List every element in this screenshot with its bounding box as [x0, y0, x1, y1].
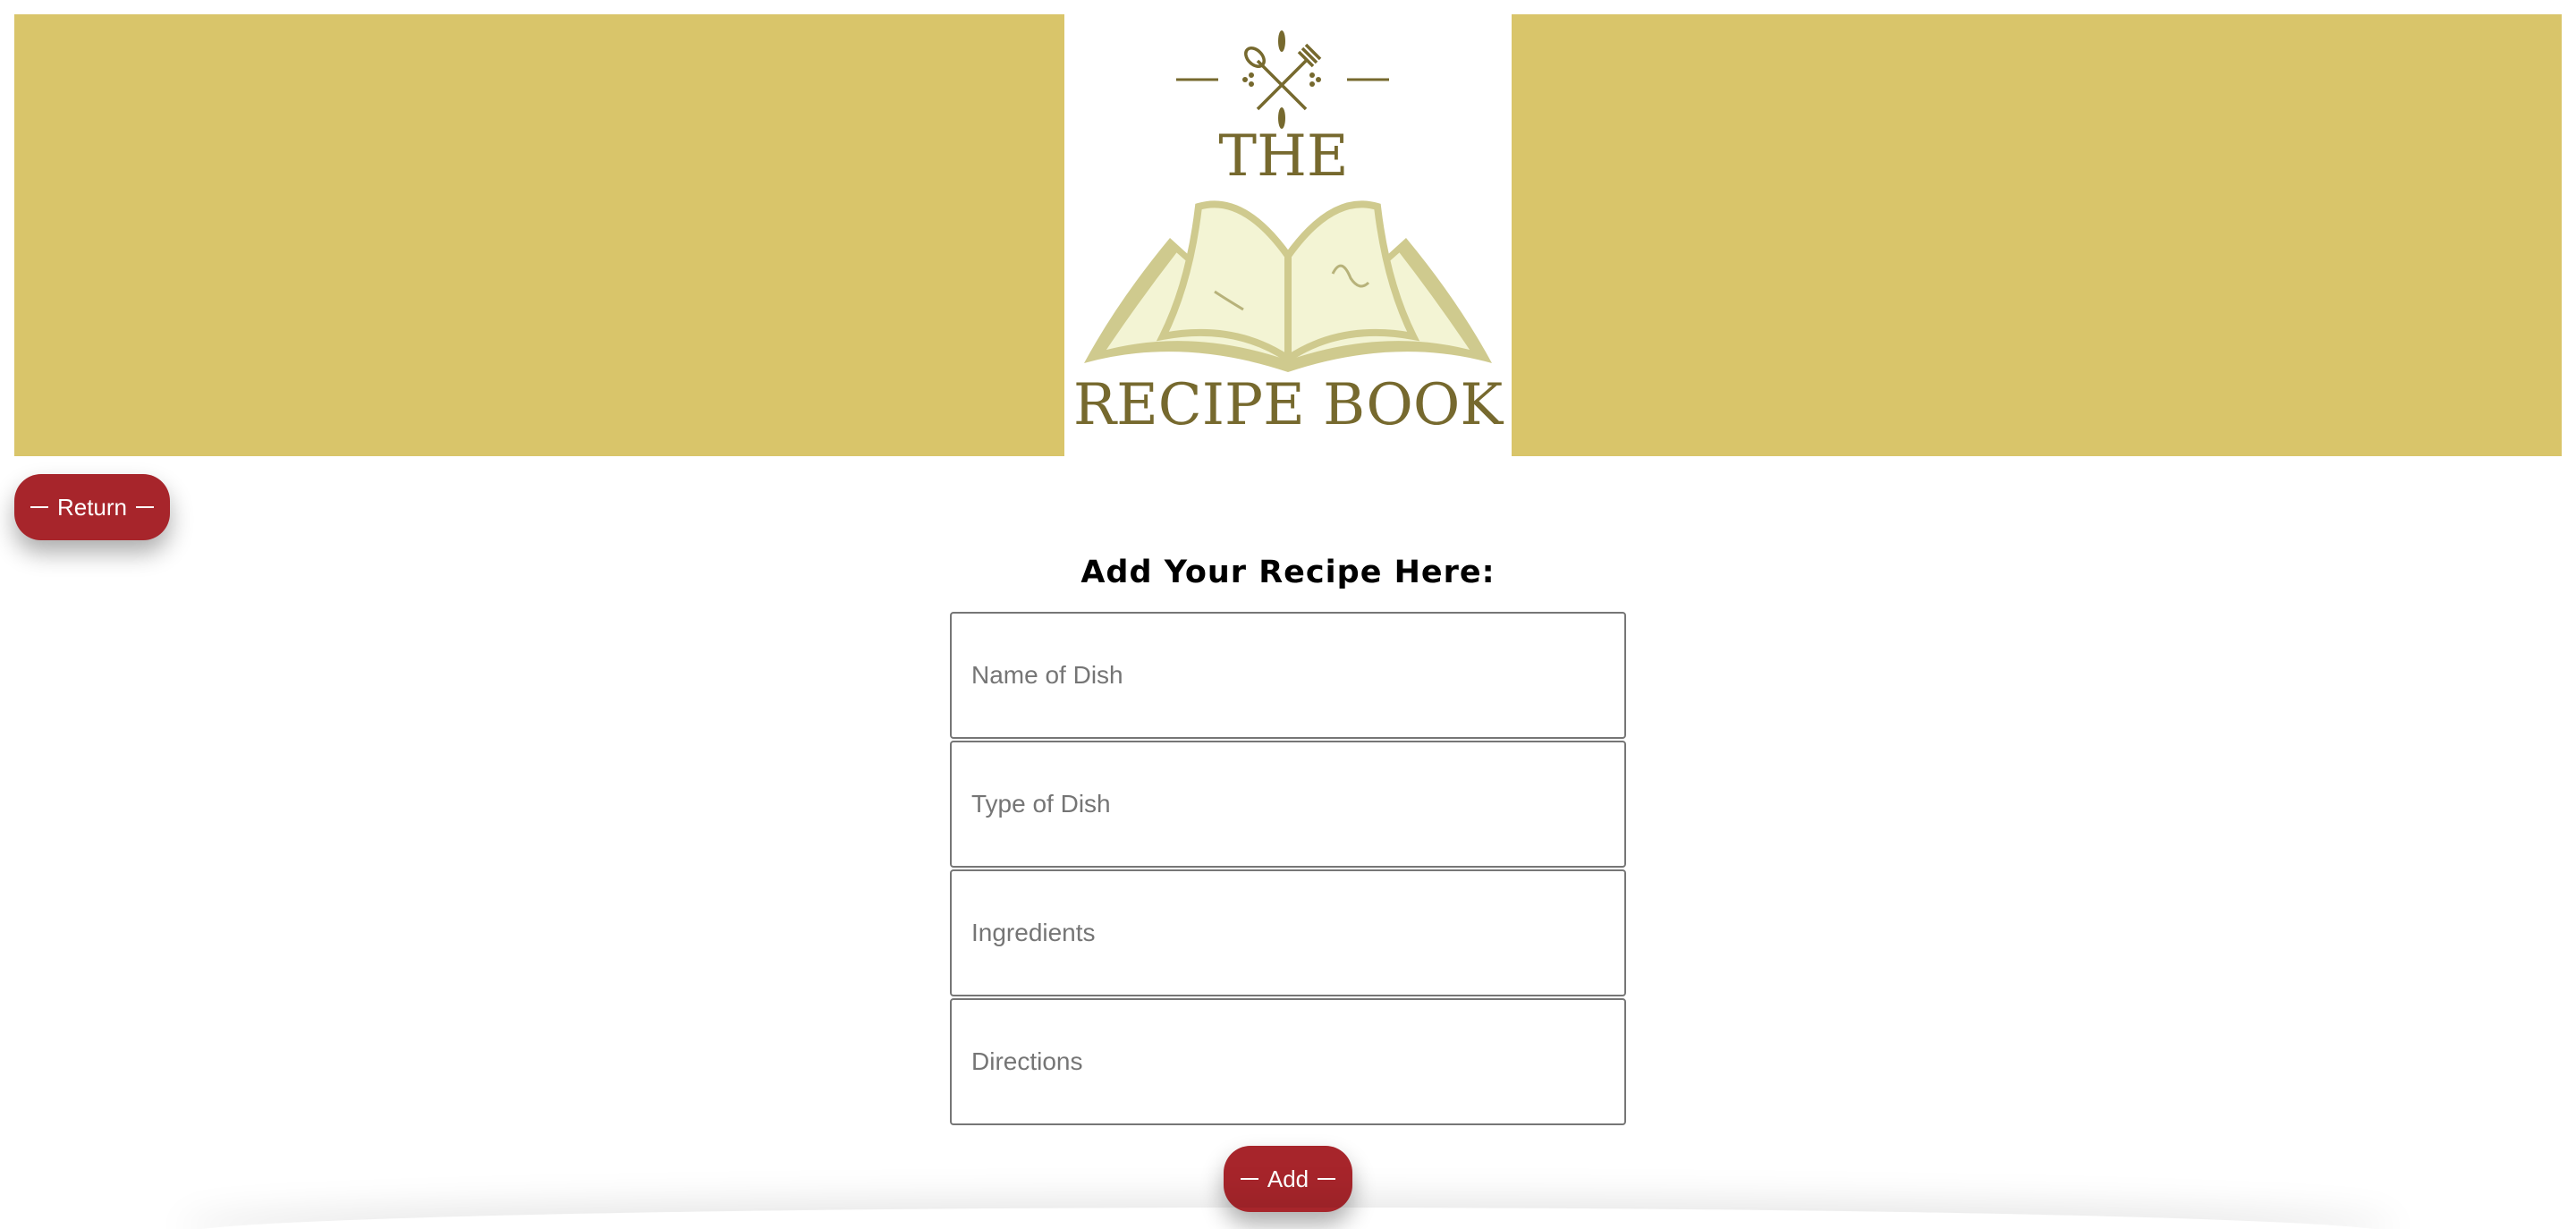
directions-input[interactable]: [950, 998, 1626, 1125]
open-book-icon: [1084, 200, 1492, 372]
recipe-page: THE RECIPE BOOK Return Add Your Recipe H…: [0, 0, 2576, 1229]
dash-right-icon: [136, 506, 155, 508]
logo-graphic: THE RECIPE BOOK: [1073, 30, 1504, 438]
logo-text-the: THE: [1218, 123, 1348, 190]
crossed-utensils-icon: [1244, 43, 1322, 111]
ingredients-input[interactable]: [950, 869, 1626, 996]
add-button[interactable]: Add: [1224, 1146, 1352, 1212]
recipe-book-logo: THE RECIPE BOOK: [1064, 14, 1512, 456]
logo-text-recipe-book: RECIPE BOOK: [1073, 372, 1504, 438]
dish-name-input[interactable]: [950, 612, 1626, 739]
footer-shadow: [179, 1208, 2397, 1229]
return-button[interactable]: Return: [14, 474, 170, 540]
dash-left-icon: [30, 506, 48, 508]
dash-right-icon: [1318, 1178, 1336, 1180]
dash-left-icon: [1240, 1178, 1258, 1180]
dish-type-input[interactable]: [950, 741, 1626, 868]
return-button-label: Return: [56, 493, 128, 521]
add-button-label: Add: [1267, 1165, 1309, 1192]
wheat-icon: [1242, 30, 1321, 129]
form-title: Add Your Recipe Here:: [1080, 555, 1496, 590]
